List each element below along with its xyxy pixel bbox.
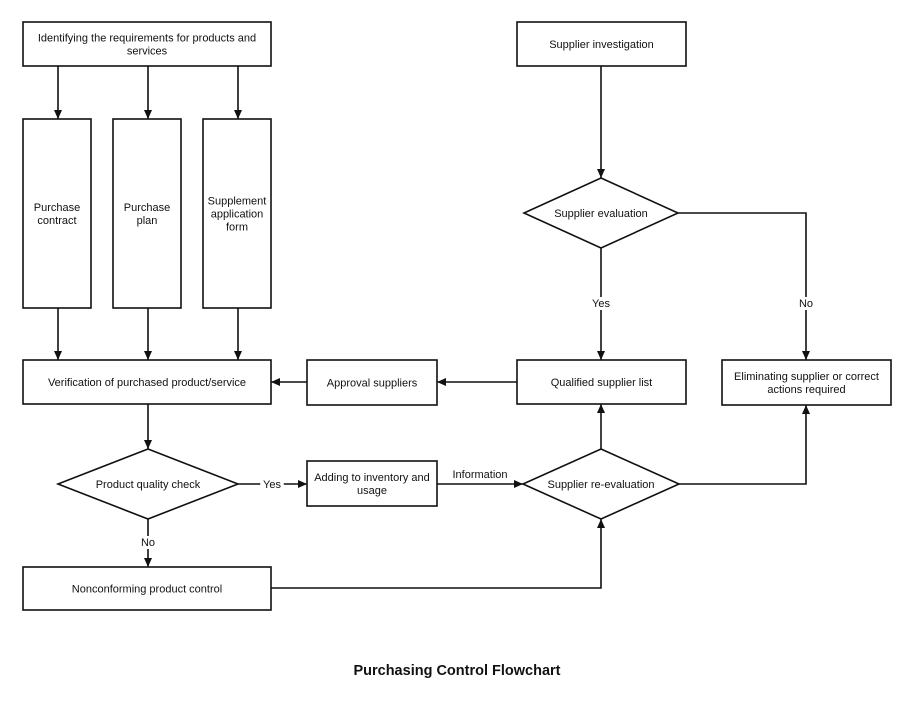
node-requirements[interactable]: Identifying the requirements for product…	[22, 21, 272, 67]
node-label: Product quality check	[96, 479, 201, 491]
node-label: services	[127, 46, 168, 58]
node-adding-inventory[interactable]: Adding to inventory andusage	[306, 460, 438, 507]
node-supplier-evaluation[interactable]: Supplier evaluation	[522, 177, 680, 249]
node-label: application	[211, 209, 264, 221]
node-supplier-investigation[interactable]: Supplier investigation	[516, 21, 687, 67]
node-quality-check[interactable]: Product quality check	[55, 448, 241, 520]
node-label: plan	[137, 215, 158, 227]
node-label: Purchase	[124, 202, 170, 214]
node-approval-suppliers[interactable]: Approval suppliers	[306, 359, 438, 406]
node-label: usage	[357, 485, 387, 497]
connector-supplier-reevaluation-to-eliminating	[679, 405, 810, 485]
edge-label-yes: Yes	[592, 298, 610, 310]
node-nonconforming[interactable]: Nonconforming product control	[22, 566, 272, 611]
connector-nonconforming-to-supplier-reevaluation	[271, 519, 605, 589]
node-label: Nonconforming product control	[72, 584, 222, 596]
node-label: contract	[37, 215, 76, 227]
node-eliminating[interactable]: Eliminating supplier or correctactions r…	[721, 359, 892, 406]
node-verification[interactable]: Verification of purchased product/servic…	[22, 359, 272, 405]
node-label: Eliminating supplier or correct	[734, 371, 879, 383]
node-label: Supplier evaluation	[554, 208, 648, 220]
node-qualified-list[interactable]: Qualified supplier list	[516, 359, 687, 405]
node-label: Supplier investigation	[549, 39, 654, 51]
node-label: Verification of purchased product/servic…	[48, 377, 246, 389]
diagram-title: Purchasing Control Flowchart	[353, 663, 560, 679]
node-label: actions required	[767, 384, 845, 396]
node-label: form	[226, 222, 248, 234]
node-label: Identifying the requirements for product…	[38, 33, 256, 45]
node-label: Qualified supplier list	[551, 377, 653, 389]
edge-label-yes: Yes	[263, 479, 281, 491]
node-purchase-plan[interactable]: Purchaseplan	[112, 118, 182, 309]
node-purchase-contract[interactable]: Purchasecontract	[22, 118, 92, 309]
node-supplement-form[interactable]: Supplementapplicationform	[202, 118, 272, 309]
node-label: Supplement	[208, 196, 267, 208]
node-label: Supplier re-evaluation	[547, 479, 654, 491]
edge-label-no: No	[141, 537, 155, 549]
flowchart-canvas: Identifying the requirements for product…	[22, 21, 892, 679]
edge-label-no: No	[799, 298, 813, 310]
node-supplier-reevaluation[interactable]: Supplier re-evaluation	[521, 448, 681, 520]
node-label: Approval suppliers	[327, 378, 418, 390]
node-label: Purchase	[34, 202, 80, 214]
connector-supplier-evaluation-to-eliminating	[678, 212, 810, 360]
node-label: Adding to inventory and	[314, 472, 430, 484]
edge-label-information: Information	[452, 469, 507, 481]
